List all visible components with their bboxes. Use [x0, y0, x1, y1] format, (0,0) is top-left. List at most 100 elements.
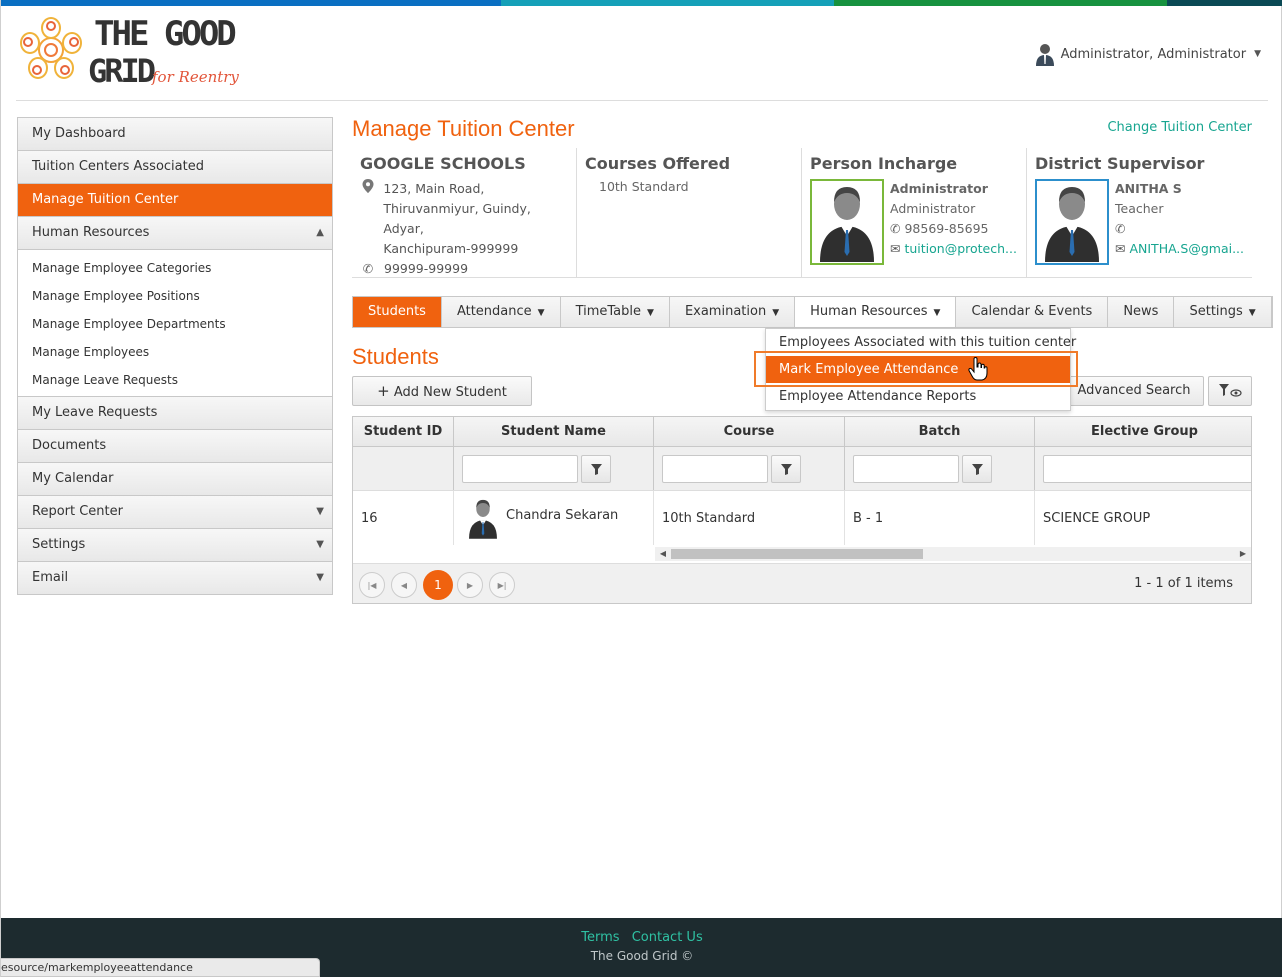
- column-header-batch[interactable]: Batch: [845, 417, 1035, 446]
- pager-info: 1 - 1 of 1 items: [1134, 576, 1233, 591]
- cell-batch: B - 1: [845, 491, 1035, 545]
- district-supervisor-role: Teacher: [1115, 201, 1164, 216]
- sidebar-subitem-manage-leave-requests[interactable]: Manage Leave Requests: [18, 366, 332, 394]
- hand-cursor-icon: [968, 356, 988, 385]
- person-incharge-email-value[interactable]: tuition@protech...: [904, 241, 1017, 256]
- column-header-student-name[interactable]: Student Name: [454, 417, 654, 446]
- school-name: GOOGLE SCHOOLS: [360, 154, 526, 173]
- district-supervisor-phone: ✆: [1115, 219, 1244, 239]
- sidebar-subitem-manage-employees[interactable]: Manage Employees: [18, 338, 332, 366]
- sidebar-item-label: Email: [32, 570, 69, 585]
- horizontal-scrollbar[interactable]: ◀ ▶: [655, 547, 1251, 561]
- logo-tagline: for Reentry: [152, 68, 239, 86]
- filter-icon[interactable]: [962, 455, 992, 483]
- tab-news[interactable]: News: [1108, 297, 1175, 327]
- header-divider: [16, 100, 1268, 101]
- filter-icon[interactable]: [581, 455, 611, 483]
- businessman-avatar-icon: [1045, 187, 1099, 262]
- tab-label: News: [1123, 304, 1159, 319]
- user-menu[interactable]: Administrator, Administrator ▼: [1035, 42, 1261, 66]
- sidebar-item-documents[interactable]: Documents: [18, 430, 332, 463]
- tab-label: Calendar & Events: [971, 304, 1093, 319]
- student-name-filter-input[interactable]: [462, 455, 578, 483]
- sidebar-item-human-resources[interactable]: Human Resources ▲: [18, 217, 332, 250]
- contact-us-link[interactable]: Contact Us: [632, 930, 703, 945]
- address-line-3: Kanchipuram-999999: [383, 241, 519, 256]
- sidebar-subitem-manage-employee-categories[interactable]: Manage Employee Categories: [18, 254, 332, 282]
- tab-human-resources[interactable]: Human Resources ▼: [795, 297, 957, 327]
- menu-item-employee-attendance-reports[interactable]: Employee Attendance Reports: [766, 383, 1070, 410]
- terms-link[interactable]: Terms: [581, 930, 619, 945]
- person-incharge: Person Incharge Administrator Administra…: [802, 148, 1027, 277]
- tab-timetable[interactable]: TimeTable ▼: [561, 297, 670, 327]
- students-grid: Student ID Student Name Course Batch Ele…: [352, 416, 1252, 604]
- menu-item-employees-associated[interactable]: Employees Associated with this tuition c…: [766, 329, 1076, 356]
- tab-label: Students: [368, 304, 426, 319]
- chevron-down-icon: ▼: [316, 506, 324, 517]
- logo[interactable]: THE GOOD GRID for Reentry: [16, 14, 256, 94]
- phone-icon: ✆: [362, 261, 374, 276]
- tab-label: Human Resources: [810, 304, 928, 319]
- menu-item-mark-employee-attendance[interactable]: Mark Employee Attendance: [766, 356, 1070, 383]
- scroll-right-icon[interactable]: ▶: [1237, 547, 1249, 561]
- advanced-search-button[interactable]: Advanced Search: [1064, 376, 1204, 406]
- tab-label: Settings: [1189, 304, 1243, 319]
- column-header-elective-group[interactable]: Elective Group: [1035, 417, 1251, 446]
- change-tuition-center-link[interactable]: Change Tuition Center: [1107, 120, 1252, 135]
- filter-toggle-button[interactable]: [1208, 376, 1252, 406]
- page-title: Manage Tuition Center: [352, 116, 575, 141]
- tab-students[interactable]: Students: [353, 297, 442, 327]
- sidebar-subitem-manage-employee-positions[interactable]: Manage Employee Positions: [18, 282, 332, 310]
- tab-bar: Students Attendance ▼ TimeTable ▼ Examinat…: [352, 296, 1273, 328]
- sidebar-item-label: Report Center: [32, 504, 123, 519]
- sidebar-item-manage-tuition-center[interactable]: Manage Tuition Center: [18, 184, 332, 217]
- sidebar-item-label: Tuition Centers Associated: [32, 159, 204, 174]
- scrollbar-thumb[interactable]: [671, 549, 923, 559]
- sidebar-item-settings[interactable]: Settings ▼: [18, 529, 332, 562]
- add-new-student-button[interactable]: + Add New Student: [352, 376, 532, 406]
- district-supervisor-email[interactable]: ✉ ANITHA.S@gmai...: [1115, 239, 1244, 259]
- phone-icon: ✆: [1115, 221, 1126, 236]
- person-incharge-email[interactable]: ✉ tuition@protech...: [890, 239, 1017, 259]
- page-number-current[interactable]: 1: [423, 570, 453, 600]
- status-bar-url: esource/markemployeeattendance: [1, 958, 320, 977]
- student-avatar-icon: [469, 499, 497, 539]
- sidebar-item-label: My Leave Requests: [32, 405, 158, 420]
- tab-attendance[interactable]: Attendance ▼: [442, 297, 561, 327]
- district-supervisor-avatar: [1035, 179, 1109, 265]
- school-phone-value: 99999-99999: [384, 261, 469, 276]
- sidebar-item-label: Human Resources: [32, 225, 150, 240]
- batch-filter-input[interactable]: [853, 455, 959, 483]
- column-header-student-id[interactable]: Student ID: [353, 417, 454, 446]
- sidebar-item-tuition-centers-associated[interactable]: Tuition Centers Associated: [18, 151, 332, 184]
- course-item: 10th Standard: [599, 179, 689, 194]
- district-supervisor-email-value[interactable]: ANITHA.S@gmai...: [1129, 241, 1244, 256]
- previous-page-icon[interactable]: ◀: [391, 572, 417, 598]
- sidebar-item-my-leave-requests[interactable]: My Leave Requests: [18, 397, 332, 430]
- sidebar-subitem-manage-employee-departments[interactable]: Manage Employee Departments: [18, 310, 332, 338]
- sidebar-item-email[interactable]: Email ▼: [18, 562, 332, 595]
- column-header-course[interactable]: Course: [654, 417, 845, 446]
- tab-calendar-events[interactable]: Calendar & Events: [956, 297, 1109, 327]
- filter-icon[interactable]: [771, 455, 801, 483]
- sidebar-item-my-calendar[interactable]: My Calendar: [18, 463, 332, 496]
- school-info: GOOGLE SCHOOLS 123, Main Road, Thiruvanm…: [352, 148, 577, 277]
- last-page-icon[interactable]: ▶|: [489, 572, 515, 598]
- logo-text-line2: GRID: [88, 52, 156, 90]
- sidebar-item-my-dashboard[interactable]: My Dashboard: [18, 118, 332, 151]
- sidebar-item-report-center[interactable]: Report Center ▼: [18, 496, 332, 529]
- first-page-icon[interactable]: |◀: [359, 572, 385, 598]
- person-incharge-role: Administrator: [890, 201, 976, 216]
- next-page-icon[interactable]: ▶: [457, 572, 483, 598]
- scroll-left-icon[interactable]: ◀: [657, 547, 669, 561]
- tab-examination[interactable]: Examination ▼: [670, 297, 796, 327]
- district-supervisor: District Supervisor ANITHA S Teacher ✆ ✉…: [1027, 148, 1252, 277]
- plus-icon: +: [377, 382, 390, 400]
- grid-header-row: Student ID Student Name Course Batch Ele…: [353, 417, 1251, 447]
- elective-group-filter-input[interactable]: [1043, 455, 1251, 483]
- table-row[interactable]: 16 Chandra Sekaran 10th Standard B - 1 S…: [353, 491, 1251, 545]
- envelope-icon: ✉: [890, 241, 901, 256]
- tab-settings[interactable]: Settings ▼: [1174, 297, 1272, 327]
- course-filter-input[interactable]: [662, 455, 768, 483]
- chevron-down-icon: ▼: [772, 308, 780, 318]
